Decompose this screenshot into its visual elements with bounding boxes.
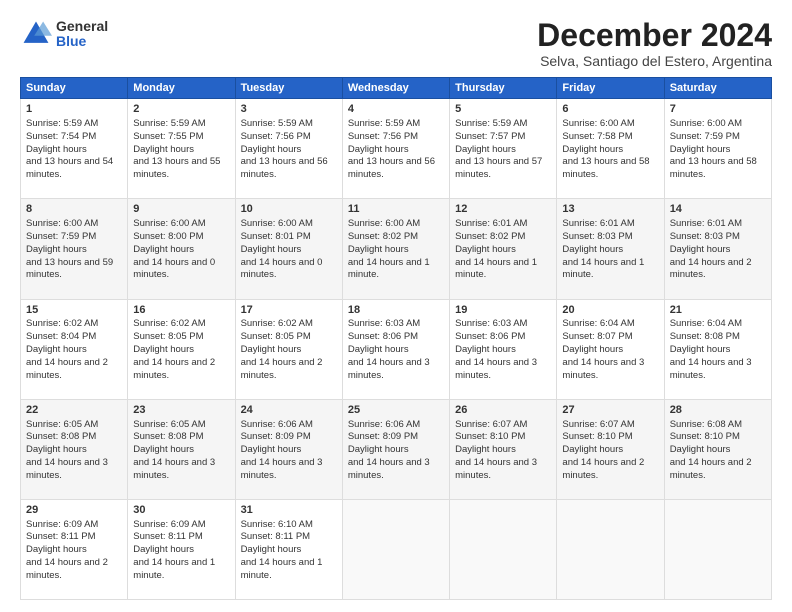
header: General Blue December 2024 Selva, Santia…	[20, 18, 772, 69]
calendar-week-2: 8Sunrise: 6:00 AMSunset: 7:59 PMDaylight…	[21, 199, 772, 299]
day-number: 15	[26, 303, 122, 318]
day-number: 29	[26, 503, 122, 518]
table-row: 31Sunrise: 6:10 AMSunset: 8:11 PMDayligh…	[235, 499, 342, 599]
table-row: 19Sunrise: 6:03 AMSunset: 8:06 PMDayligh…	[450, 299, 557, 399]
day-number: 10	[241, 202, 337, 217]
day-number: 16	[133, 303, 229, 318]
day-number: 1	[26, 102, 122, 117]
day-number: 18	[348, 303, 444, 318]
table-row: 23Sunrise: 6:05 AMSunset: 8:08 PMDayligh…	[128, 399, 235, 499]
main-title: December 2024	[537, 18, 772, 53]
day-number: 25	[348, 403, 444, 418]
table-row: 29Sunrise: 6:09 AMSunset: 8:11 PMDayligh…	[21, 499, 128, 599]
table-row: 10Sunrise: 6:00 AMSunset: 8:01 PMDayligh…	[235, 199, 342, 299]
day-number: 11	[348, 202, 444, 217]
day-number: 13	[562, 202, 658, 217]
table-row: 13Sunrise: 6:01 AMSunset: 8:03 PMDayligh…	[557, 199, 664, 299]
day-number: 3	[241, 102, 337, 117]
page: General Blue December 2024 Selva, Santia…	[0, 0, 792, 612]
col-sunday: Sunday	[21, 78, 128, 99]
table-row: 1Sunrise: 5:59 AMSunset: 7:54 PMDaylight…	[21, 99, 128, 199]
day-number: 21	[670, 303, 766, 318]
day-number: 6	[562, 102, 658, 117]
table-row: 17Sunrise: 6:02 AMSunset: 8:05 PMDayligh…	[235, 299, 342, 399]
logo-text: General Blue	[56, 19, 108, 50]
day-number: 12	[455, 202, 551, 217]
table-row: 12Sunrise: 6:01 AMSunset: 8:02 PMDayligh…	[450, 199, 557, 299]
table-row: 26Sunrise: 6:07 AMSunset: 8:10 PMDayligh…	[450, 399, 557, 499]
day-number: 17	[241, 303, 337, 318]
table-row: 7Sunrise: 6:00 AMSunset: 7:59 PMDaylight…	[664, 99, 771, 199]
day-number: 24	[241, 403, 337, 418]
title-block: December 2024 Selva, Santiago del Estero…	[537, 18, 772, 69]
col-monday: Monday	[128, 78, 235, 99]
table-row	[664, 499, 771, 599]
table-row: 22Sunrise: 6:05 AMSunset: 8:08 PMDayligh…	[21, 399, 128, 499]
table-row: 25Sunrise: 6:06 AMSunset: 8:09 PMDayligh…	[342, 399, 449, 499]
table-row	[450, 499, 557, 599]
table-row: 14Sunrise: 6:01 AMSunset: 8:03 PMDayligh…	[664, 199, 771, 299]
day-number: 5	[455, 102, 551, 117]
calendar-week-1: 1Sunrise: 5:59 AMSunset: 7:54 PMDaylight…	[21, 99, 772, 199]
col-saturday: Saturday	[664, 78, 771, 99]
table-row: 16Sunrise: 6:02 AMSunset: 8:05 PMDayligh…	[128, 299, 235, 399]
table-row	[342, 499, 449, 599]
day-number: 31	[241, 503, 337, 518]
day-number: 7	[670, 102, 766, 117]
col-wednesday: Wednesday	[342, 78, 449, 99]
logo: General Blue	[20, 18, 108, 50]
subtitle: Selva, Santiago del Estero, Argentina	[537, 53, 772, 69]
day-number: 23	[133, 403, 229, 418]
day-number: 22	[26, 403, 122, 418]
logo-blue: Blue	[56, 34, 108, 49]
day-number: 2	[133, 102, 229, 117]
day-number: 26	[455, 403, 551, 418]
table-row: 15Sunrise: 6:02 AMSunset: 8:04 PMDayligh…	[21, 299, 128, 399]
table-row: 30Sunrise: 6:09 AMSunset: 8:11 PMDayligh…	[128, 499, 235, 599]
logo-icon	[20, 18, 52, 50]
day-number: 30	[133, 503, 229, 518]
col-tuesday: Tuesday	[235, 78, 342, 99]
day-number: 4	[348, 102, 444, 117]
table-row	[557, 499, 664, 599]
table-row: 8Sunrise: 6:00 AMSunset: 7:59 PMDaylight…	[21, 199, 128, 299]
header-row: Sunday Monday Tuesday Wednesday Thursday…	[21, 78, 772, 99]
table-row: 5Sunrise: 5:59 AMSunset: 7:57 PMDaylight…	[450, 99, 557, 199]
table-row: 3Sunrise: 5:59 AMSunset: 7:56 PMDaylight…	[235, 99, 342, 199]
col-friday: Friday	[557, 78, 664, 99]
day-number: 27	[562, 403, 658, 418]
table-row: 28Sunrise: 6:08 AMSunset: 8:10 PMDayligh…	[664, 399, 771, 499]
table-row: 20Sunrise: 6:04 AMSunset: 8:07 PMDayligh…	[557, 299, 664, 399]
table-row: 18Sunrise: 6:03 AMSunset: 8:06 PMDayligh…	[342, 299, 449, 399]
table-row: 9Sunrise: 6:00 AMSunset: 8:00 PMDaylight…	[128, 199, 235, 299]
day-number: 9	[133, 202, 229, 217]
table-row: 6Sunrise: 6:00 AMSunset: 7:58 PMDaylight…	[557, 99, 664, 199]
table-row: 21Sunrise: 6:04 AMSunset: 8:08 PMDayligh…	[664, 299, 771, 399]
calendar-week-4: 22Sunrise: 6:05 AMSunset: 8:08 PMDayligh…	[21, 399, 772, 499]
day-number: 19	[455, 303, 551, 318]
table-row: 2Sunrise: 5:59 AMSunset: 7:55 PMDaylight…	[128, 99, 235, 199]
logo-general: General	[56, 19, 108, 34]
calendar-week-3: 15Sunrise: 6:02 AMSunset: 8:04 PMDayligh…	[21, 299, 772, 399]
calendar-week-5: 29Sunrise: 6:09 AMSunset: 8:11 PMDayligh…	[21, 499, 772, 599]
day-number: 8	[26, 202, 122, 217]
table-row: 11Sunrise: 6:00 AMSunset: 8:02 PMDayligh…	[342, 199, 449, 299]
calendar-table: Sunday Monday Tuesday Wednesday Thursday…	[20, 77, 772, 600]
table-row: 4Sunrise: 5:59 AMSunset: 7:56 PMDaylight…	[342, 99, 449, 199]
day-number: 28	[670, 403, 766, 418]
day-number: 14	[670, 202, 766, 217]
table-row: 27Sunrise: 6:07 AMSunset: 8:10 PMDayligh…	[557, 399, 664, 499]
day-number: 20	[562, 303, 658, 318]
col-thursday: Thursday	[450, 78, 557, 99]
table-row: 24Sunrise: 6:06 AMSunset: 8:09 PMDayligh…	[235, 399, 342, 499]
